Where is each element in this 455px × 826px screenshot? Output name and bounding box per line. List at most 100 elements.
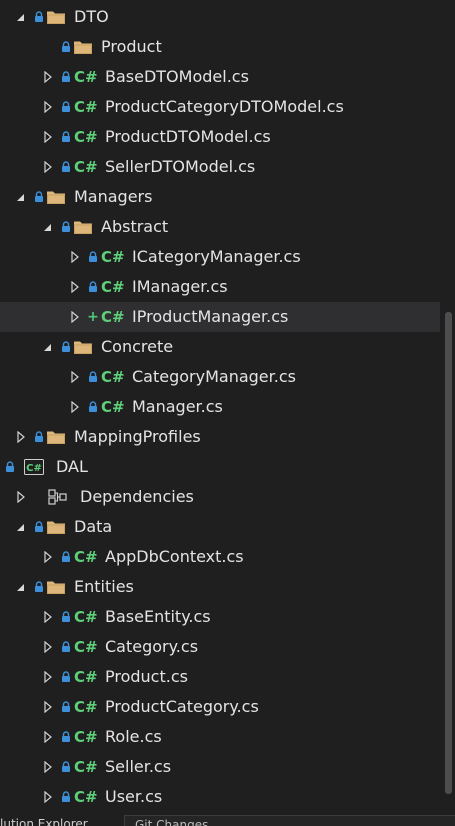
csharp-file-icon: C#: [74, 158, 98, 176]
tree-item[interactable]: Concrete: [0, 332, 440, 362]
collapsed-triangle-icon[interactable]: [42, 752, 54, 782]
tree-item[interactable]: C# Seller.cs: [0, 752, 440, 782]
solution-explorer-tab[interactable]: lution Explorer: [0, 817, 88, 826]
folder-icon: [73, 212, 95, 242]
csharp-file-icon: C#: [74, 608, 98, 626]
dependencies-icon: [47, 482, 71, 512]
tree-item[interactable]: C# ProductCategoryDTOModel.cs: [0, 92, 440, 122]
csharp-file-icon: C#: [74, 788, 98, 806]
csharp-file-icon: C#: [101, 248, 125, 266]
collapsed-triangle-icon[interactable]: [42, 632, 54, 662]
tree-item[interactable]: Dependencies: [0, 482, 440, 512]
expanded-triangle-icon[interactable]: [14, 512, 26, 542]
expanded-triangle-icon[interactable]: [14, 572, 26, 602]
csharp-file-icon: C#: [101, 368, 125, 386]
folder-icon: [46, 572, 68, 602]
tree-item-label: User.cs: [105, 787, 163, 806]
tree-item[interactable]: C# ICategoryManager.cs: [0, 242, 440, 272]
tree-item[interactable]: C# Product.cs: [0, 662, 440, 692]
tree-item-label: SellerDTOModel.cs: [105, 157, 256, 176]
tree-item-label: Abstract: [101, 217, 169, 236]
expanded-triangle-icon[interactable]: [41, 212, 53, 242]
lock-icon: [87, 242, 99, 272]
collapsed-triangle-icon[interactable]: [69, 362, 81, 392]
collapsed-triangle-icon[interactable]: [42, 152, 54, 182]
tree-item[interactable]: C# BaseEntity.cs: [0, 602, 440, 632]
csharp-file-icon: C#: [74, 98, 98, 116]
tree-item[interactable]: MappingProfiles: [0, 422, 440, 452]
tree-item-label: ICategoryManager.cs: [132, 247, 301, 266]
csharp-file-icon: C#: [74, 68, 98, 86]
tree-item[interactable]: C# User.cs: [0, 782, 440, 812]
collapsed-triangle-icon[interactable]: [15, 482, 27, 512]
lock-icon: [60, 752, 72, 782]
scrollbar-thumb[interactable]: [445, 312, 452, 794]
collapsed-triangle-icon[interactable]: [42, 692, 54, 722]
collapsed-triangle-icon[interactable]: [69, 272, 81, 302]
tree-item[interactable]: C# ProductDTOModel.cs: [0, 122, 440, 152]
tree-item[interactable]: + C# IProductManager.cs: [0, 302, 440, 332]
lock-icon: [87, 272, 99, 302]
git-changes-label: Git Changes: [135, 818, 209, 826]
folder-icon: [46, 182, 68, 212]
tree-item[interactable]: C# SellerDTOModel.cs: [0, 152, 440, 182]
tree-item-label: CategoryManager.cs: [132, 367, 296, 386]
tree-item[interactable]: C# Role.cs: [0, 722, 440, 752]
tree-item-label: Data: [74, 517, 113, 536]
lock-icon: [60, 332, 72, 362]
tree-item-label: ProductCategoryDTOModel.cs: [105, 97, 344, 116]
lock-icon: [87, 392, 99, 422]
lock-icon: [33, 2, 45, 32]
tree-item[interactable]: Product: [0, 32, 440, 62]
tree-item[interactable]: Data: [0, 512, 440, 542]
tree-item-label: DTO: [74, 7, 109, 26]
lock-icon: [87, 362, 99, 392]
tree-item-label: IProductManager.cs: [132, 307, 289, 326]
tree-item[interactable]: C# ProductCategory.cs: [0, 692, 440, 722]
lock-icon: [60, 92, 72, 122]
collapsed-triangle-icon[interactable]: [42, 602, 54, 632]
tree-item[interactable]: Entities: [0, 572, 440, 602]
lock-icon: [60, 632, 72, 662]
lock-icon: [60, 122, 72, 152]
tree-item[interactable]: C# Category.cs: [0, 632, 440, 662]
tree-item-label: Product.cs: [105, 667, 188, 686]
collapsed-triangle-icon[interactable]: [15, 422, 27, 452]
collapsed-triangle-icon[interactable]: [42, 782, 54, 812]
tree-item-label: IManager.cs: [132, 277, 228, 296]
collapsed-triangle-icon[interactable]: [42, 542, 54, 572]
tree-item[interactable]: Abstract: [0, 212, 440, 242]
tree-item[interactable]: C# AppDbContext.cs: [0, 542, 440, 572]
collapsed-triangle-icon[interactable]: [69, 242, 81, 272]
lock-icon: [4, 452, 16, 482]
expanded-triangle-icon[interactable]: [14, 2, 26, 32]
lock-icon: [33, 512, 45, 542]
solution-explorer-tree: DTO Product C# BaseDTOModel.cs C# ProductCate…: [0, 2, 440, 812]
csharp-file-icon: C#: [101, 278, 125, 296]
tree-item[interactable]: C# IManager.cs: [0, 272, 440, 302]
collapsed-triangle-icon[interactable]: [42, 62, 54, 92]
git-changes-tab[interactable]: Git Changes: [124, 815, 455, 826]
tree-item[interactable]: C# BaseDTOModel.cs: [0, 62, 440, 92]
collapsed-triangle-icon[interactable]: [69, 392, 81, 422]
tree-item[interactable]: Managers: [0, 182, 440, 212]
folder-icon: [73, 332, 95, 362]
collapsed-triangle-icon[interactable]: [42, 92, 54, 122]
folder-icon: [46, 512, 68, 542]
tree-item[interactable]: C# CategoryManager.cs: [0, 362, 440, 392]
expanded-triangle-icon[interactable]: [41, 332, 53, 362]
collapsed-triangle-icon[interactable]: [42, 722, 54, 752]
tree-item-label: Manager.cs: [132, 397, 223, 416]
lock-icon: [33, 572, 45, 602]
tree-item[interactable]: C# DAL: [0, 452, 440, 482]
pending-add-icon: +: [87, 309, 99, 325]
tree-item[interactable]: DTO: [0, 2, 440, 32]
collapsed-triangle-icon[interactable]: [42, 662, 54, 692]
collapsed-triangle-icon[interactable]: [42, 122, 54, 152]
expanded-triangle-icon[interactable]: [14, 182, 26, 212]
collapsed-triangle-icon[interactable]: [69, 302, 81, 332]
tree-item-label: Category.cs: [105, 637, 199, 656]
tree-item[interactable]: C# Manager.cs: [0, 392, 440, 422]
lock-icon: [60, 212, 72, 242]
svg-text:C#: C#: [26, 463, 42, 474]
